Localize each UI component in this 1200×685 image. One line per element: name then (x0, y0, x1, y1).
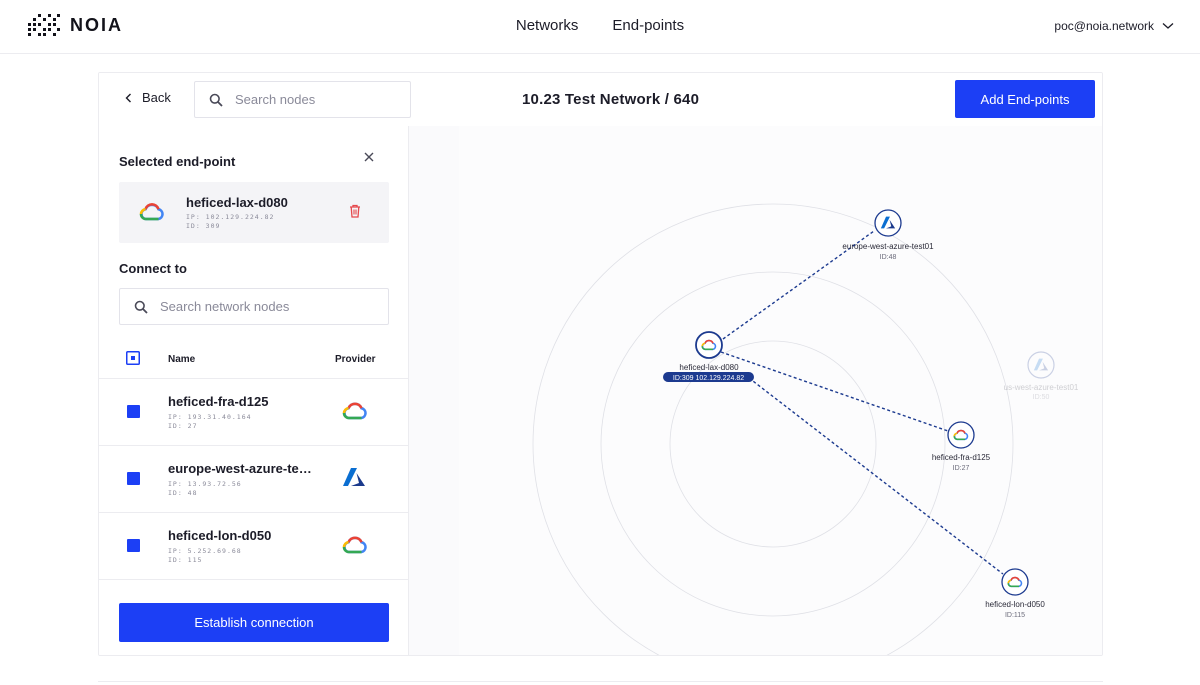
node-name: heficed-fra-d125 (168, 394, 269, 409)
graph-node-label: heficed-fra-d125 (932, 453, 991, 462)
column-name: Name (168, 354, 196, 365)
top-bar: NOIA Networks End-points poc@noia.networ… (0, 0, 1200, 54)
selected-endpoint-card: heficed-lax-d080 IP: 102.129.224.82 ID: … (119, 182, 389, 243)
row-checkbox[interactable] (127, 472, 140, 485)
table-row[interactable]: heficed-lon-d050 IP: 5.252.69.68 ID: 115 (99, 513, 409, 580)
node-meta: IP: 193.31.40.164 ID: 27 (168, 413, 252, 431)
nav-end-points[interactable]: End-points (612, 17, 684, 34)
graph-node-id: ID:27 (953, 465, 970, 472)
trash-icon[interactable] (349, 204, 361, 218)
side-panel: Selected end-point heficed-lax-d080 IP: … (99, 126, 409, 655)
page-title: 10.23 Test Network / 640 (522, 91, 700, 108)
row-checkbox[interactable] (127, 539, 140, 552)
selected-node-id: ID: 309 (186, 222, 221, 230)
nav-networks[interactable]: Networks (516, 17, 579, 34)
table-row[interactable]: europe-west-azure-test01 IP: 13.93.72.56… (99, 446, 409, 513)
selected-node-ip: IP: 102.129.224.82 (186, 213, 275, 221)
node-name: europe-west-azure-test01 (168, 461, 313, 476)
back-button[interactable]: Back (125, 90, 171, 105)
node-name: heficed-lon-d050 (168, 528, 272, 543)
selected-node-name: heficed-lax-d080 (186, 195, 288, 210)
establish-connection-button[interactable]: Establish connection (119, 603, 389, 642)
next-card-edge (98, 681, 1103, 685)
chevron-left-icon (125, 93, 131, 102)
network-graph: europe-west-azure-test01 ID:48 heficed-l… (409, 126, 1102, 655)
node-meta: IP: 13.93.72.56 ID: 48 (168, 480, 242, 498)
column-provider: Provider (335, 354, 376, 365)
google-cloud-icon (139, 203, 164, 221)
graph-node-label: europe-west-azure-test01 (842, 242, 934, 251)
search-icon (134, 300, 148, 314)
selected-node-meta: IP: 102.129.224.82 ID: 309 (186, 213, 274, 231)
node-ip: IP: 193.31.40.164 (168, 413, 252, 421)
graph-node-id: ID:48 (880, 254, 897, 261)
node-search (194, 81, 411, 118)
card-header: Back 10.23 Test Network / 640 Add End-po… (99, 73, 1102, 126)
add-end-points-button[interactable]: Add End-points (955, 80, 1095, 118)
search-icon (209, 93, 223, 107)
network-node-search (119, 288, 389, 325)
node-ip: IP: 5.252.69.68 (168, 547, 242, 555)
graph-node-label: heficed-lax-d080 (679, 363, 739, 372)
network-graph-canvas: europe-west-azure-test01 ID:48 heficed-l… (459, 126, 1102, 655)
node-meta: IP: 5.252.69.68 ID: 115 (168, 547, 242, 565)
close-icon[interactable] (363, 151, 375, 163)
graph-node-label: us-west-azure-test01 (1004, 383, 1079, 392)
table-row[interactable]: heficed-fra-d125 IP: 193.31.40.164 ID: 2… (99, 379, 409, 446)
network-card: Back 10.23 Test Network / 640 Add End-po… (98, 72, 1103, 656)
google-cloud-icon (342, 402, 367, 420)
row-checkbox[interactable] (127, 405, 140, 418)
graph-node-id: ID:50 (1033, 394, 1050, 401)
main-nav: Networks End-points (0, 17, 1200, 34)
graph-node-label: heficed-lon-d050 (985, 600, 1045, 609)
brand-name: NOIA (70, 14, 123, 35)
noia-logo-icon (28, 14, 60, 36)
graph-node-id: ID:115 (1005, 612, 1025, 619)
node-id: ID: 48 (168, 489, 198, 497)
user-email: poc@noia.network (1054, 19, 1154, 33)
azure-icon (343, 468, 365, 486)
google-cloud-icon (342, 536, 367, 554)
search-nodes-input[interactable] (235, 92, 385, 107)
table-header: Name Provider (99, 341, 409, 379)
select-all-checkbox[interactable] (126, 351, 140, 365)
chevron-down-icon (1162, 23, 1174, 29)
back-label: Back (142, 90, 171, 105)
connect-to-heading: Connect to (119, 261, 187, 276)
user-menu[interactable]: poc@noia.network (1054, 19, 1174, 33)
node-id: ID: 27 (168, 422, 198, 430)
selected-endpoint-heading: Selected end-point (119, 154, 236, 169)
node-id: ID: 115 (168, 556, 203, 564)
brand-logo[interactable]: NOIA (28, 14, 123, 36)
graph-node-id: ID:309 102.129.224.82 (673, 375, 744, 382)
node-ip: IP: 13.93.72.56 (168, 480, 242, 488)
search-network-nodes-input[interactable] (160, 299, 360, 314)
